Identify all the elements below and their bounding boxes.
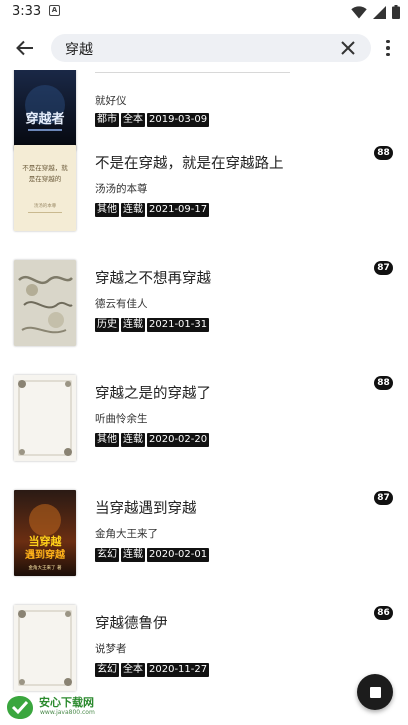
book-tags: 都市 全本 2019-03-09 [95,113,210,127]
clear-search-button[interactable] [339,39,357,57]
book-tags: 玄幻 连载 2020-02-01 [95,548,210,562]
rating-badge: 87 [374,261,393,275]
book-title[interactable]: 穿越德鲁伊 [95,612,168,633]
back-button[interactable] [10,33,40,63]
tag-status: 全本 [121,663,145,677]
cover-line: 是在穿越的 [29,174,62,183]
stop-fab-button[interactable] [357,674,393,710]
rating-badge: 87 [374,491,393,505]
search-input[interactable]: 穿越 [65,39,93,59]
search-box[interactable]: 穿越 [51,34,371,62]
cover-art: 当穿越 遇到穿越 金角大王来了 著 [14,490,76,576]
status-bar: 3:33 A [0,0,408,24]
tag-date: 2021-01-31 [147,318,210,332]
book-tags: 历史 连载 2021-01-31 [95,318,210,332]
close-icon [341,41,355,55]
wifi-icon [351,5,367,18]
watermark: 安心下载网 www.java800.com [6,692,126,722]
book-author: 说梦者 [95,643,127,655]
watermark-url: www.java800.com [40,709,95,716]
book-author: 汤汤的本尊 [95,183,148,195]
book-cover[interactable] [14,605,76,691]
search-results-list[interactable]: 穿越者 就好仪 都市 全本 2019-03-09 不是在穿越，就 是在穿越的 汤… [0,70,408,725]
dot-icon [386,52,390,57]
book-tags: 玄幻 全本 2020-11-27 [95,663,210,677]
tag-category: 玄幻 [95,548,119,562]
status-icons [351,4,400,20]
book-tags: 其他 连载 2021-09-17 [95,203,210,217]
book-item[interactable]: 穿越者 就好仪 都市 全本 2019-03-09 [0,70,408,151]
tag-category: 都市 [95,113,119,127]
book-tags: 其他 连载 2020-02-20 [95,433,210,447]
tag-status: 连载 [121,433,145,447]
rating-badge: 88 [374,146,393,160]
status-time: 3:33 [12,4,42,19]
app-bar: 穿越 [0,24,408,70]
book-author: 金角大王来了 [95,528,158,540]
book-author: 就好仪 [95,95,127,107]
tag-category: 历史 [95,318,119,332]
tag-date: 2020-02-20 [147,433,210,447]
notification-a-icon: A [49,5,60,16]
book-cover[interactable]: 不是在穿越，就 是在穿越的 汤汤的本尊 [14,145,76,231]
cover-line: 汤汤的本尊 [34,202,57,209]
cover-art: 穿越者 [14,70,76,151]
cover-art [14,605,76,691]
cover-line: 当穿越 [29,534,63,548]
book-title[interactable]: 不是在穿越，就是在穿越路上 [95,152,284,173]
book-cover[interactable] [14,375,76,461]
watermark-logo-icon [7,696,33,719]
tag-date: 2020-11-27 [147,663,210,677]
book-item[interactable]: 不是在穿越，就 是在穿越的 汤汤的本尊 不是在穿越，就是在穿越路上 汤汤的本尊 … [0,140,408,255]
cover-line: 金角大王来了 著 [29,564,62,571]
book-item[interactable]: 穿越之是的穿越了 听曲怜余生 其他 连载 2020-02-20 88 [0,370,408,485]
tag-category: 其他 [95,433,119,447]
book-author: 德云有佳人 [95,298,148,310]
tag-status: 连载 [121,548,145,562]
dot-icon [386,39,390,44]
book-cover[interactable]: 穿越者 [14,70,76,151]
cover-line: 不是在穿越，就 [22,163,68,172]
cover-line: 遇到穿越 [25,548,66,561]
signal-icon [373,5,386,19]
book-cover[interactable] [14,260,76,346]
more-options-button[interactable] [378,36,398,60]
tag-status: 连载 [121,318,145,332]
watermark-name: 安心下载网 [39,696,94,709]
cover-art [14,375,76,461]
tag-date: 2019-03-09 [147,113,210,127]
battery-icon [392,5,400,19]
book-cover[interactable]: 当穿越 遇到穿越 金角大王来了 著 [14,490,76,576]
book-title[interactable]: 当穿越遇到穿越 [95,497,197,518]
book-title[interactable]: 穿越之是的穿越了 [95,382,211,403]
stop-icon [369,686,381,698]
tag-date: 2020-02-01 [147,548,210,562]
dot-icon [386,46,390,50]
book-item[interactable]: 穿越之不想再穿越 德云有佳人 历史 连载 2021-01-31 87 [0,255,408,370]
tag-category: 玄幻 [95,663,119,677]
tag-status: 连载 [121,203,145,217]
tag-date: 2021-09-17 [147,203,210,217]
rating-badge: 88 [374,376,393,390]
cover-title: 穿越者 [25,111,64,127]
book-title[interactable]: 穿越之不想再穿越 [95,267,211,288]
arrow-back-icon [16,40,33,56]
book-item[interactable]: 当穿越 遇到穿越 金角大王来了 著 当穿越遇到穿越 金角大王来了 玄幻 连载 2… [0,485,408,600]
tag-category: 其他 [95,203,119,217]
cover-art: 不是在穿越，就 是在穿越的 汤汤的本尊 [14,145,76,231]
tag-status: 全本 [121,113,145,127]
rating-badge: 86 [374,606,393,620]
cover-art [14,260,76,346]
book-author: 听曲怜余生 [95,413,148,425]
